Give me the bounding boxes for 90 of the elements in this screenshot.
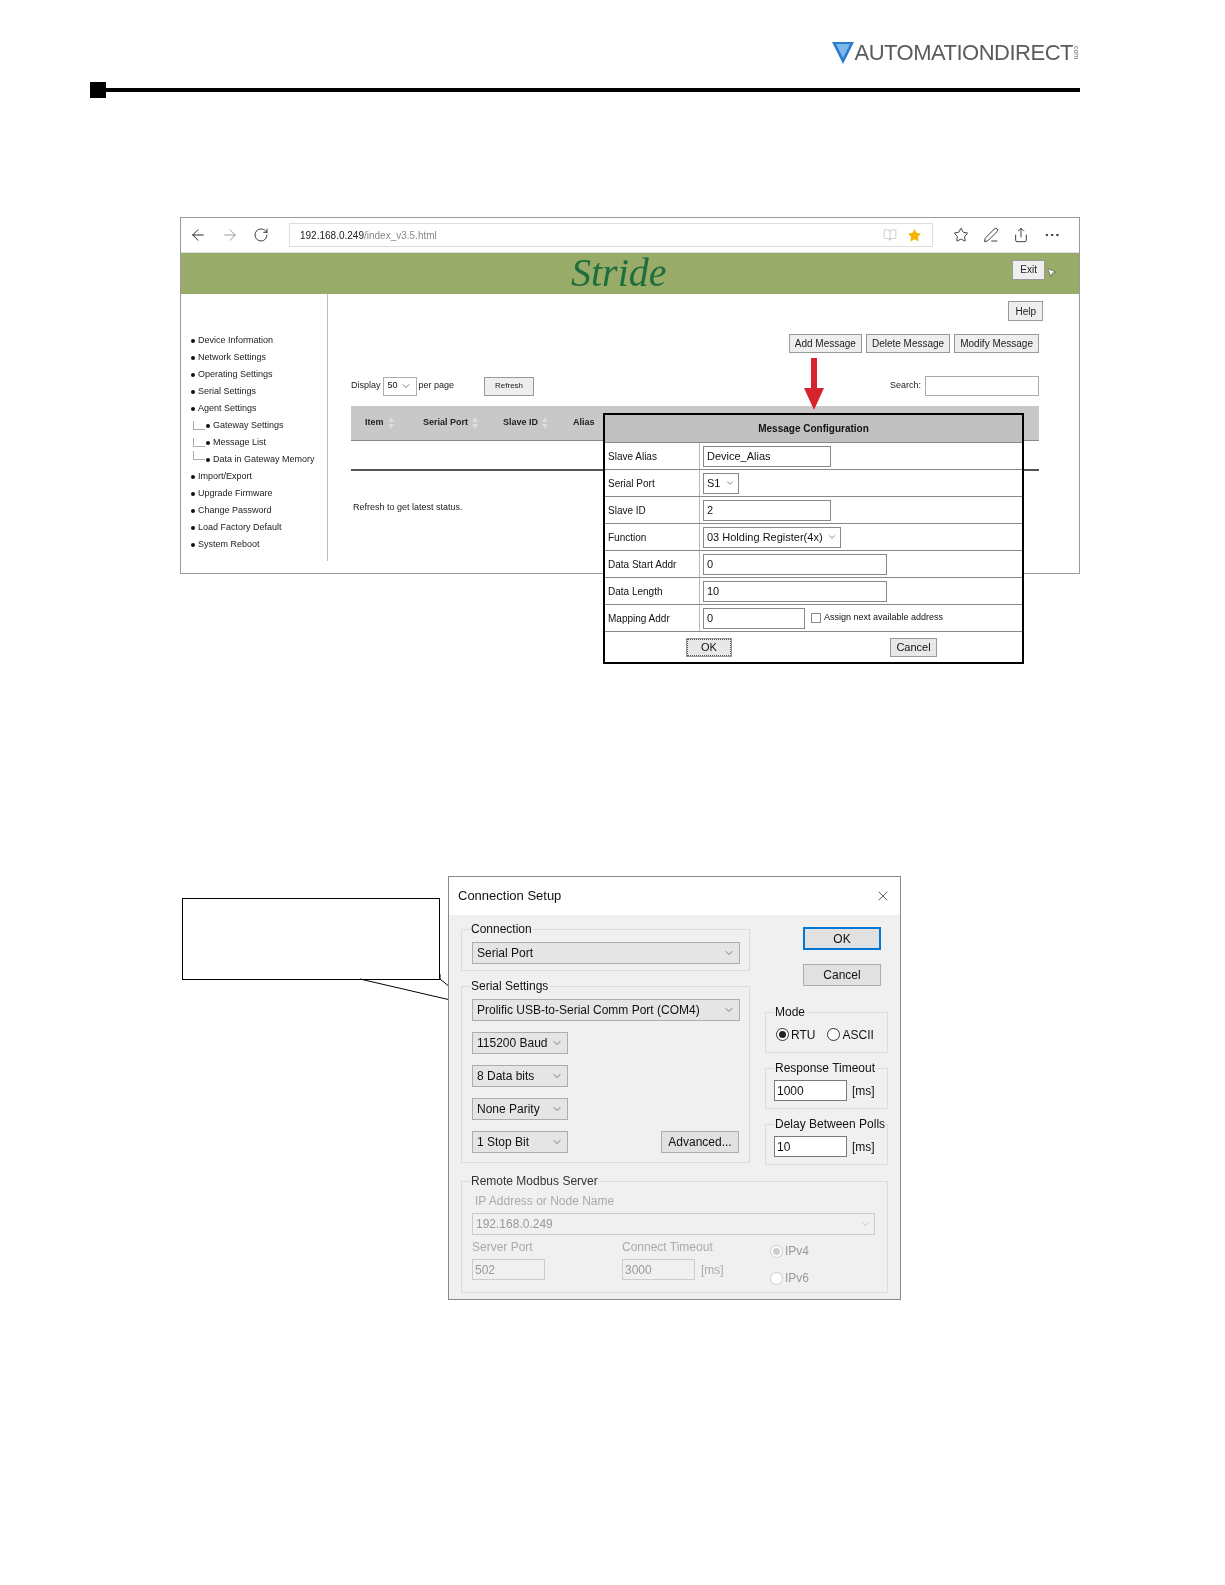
column-header[interactable]: Alias: [573, 416, 595, 430]
checkbox[interactable]: [811, 613, 821, 623]
column-header[interactable]: Serial Port: [423, 416, 469, 430]
sidebar-link[interactable]: Data in Gateway Memory: [206, 452, 315, 467]
input-field[interactable]: Device_Alias: [703, 445, 831, 467]
radio-label: RTU: [791, 1026, 816, 1044]
sidebar-link[interactable]: Gateway Settings: [206, 418, 284, 433]
cancel-button[interactable]: Cancel: [890, 637, 937, 657]
cursor-icon: [1046, 267, 1057, 278]
refresh-button[interactable]: Refresh: [484, 376, 535, 396]
chevron-down-icon: [827, 532, 837, 542]
sidebar-link[interactable]: Upgrade Firmware: [191, 486, 273, 501]
field-label: Data Length: [608, 584, 663, 599]
page-size-select[interactable]: 50: [382, 376, 417, 396]
group-label: Serial Settings: [470, 978, 550, 994]
sidebar-link[interactable]: Import/Export: [191, 469, 253, 484]
star-icon[interactable]: [907, 227, 922, 243]
sidebar-link[interactable]: Load Factory Default: [191, 520, 282, 535]
unit-label: [ms]: [701, 1261, 724, 1279]
radio-button[interactable]: [827, 1028, 841, 1041]
action-button[interactable]: Add Message: [788, 334, 862, 353]
refresh-icon[interactable]: [253, 227, 269, 243]
search-field[interactable]: [925, 376, 1039, 396]
serial-option-select[interactable]: 8 Data bits: [472, 1065, 568, 1087]
action-button[interactable]: Modify Message: [954, 334, 1039, 353]
arrow: [804, 358, 824, 410]
field-label: Function: [608, 530, 647, 545]
sidebar-link[interactable]: Serial Settings: [191, 384, 257, 399]
dialog-title: Message Configuration: [758, 422, 869, 436]
sidebar-link[interactable]: Device Information: [191, 333, 274, 348]
back-icon[interactable]: [189, 226, 207, 244]
forward-icon[interactable]: [221, 226, 239, 244]
select-field[interactable]: S1: [703, 472, 739, 494]
company-logo: AUTOMATIONDIRECT: [854, 40, 1073, 66]
advanced-button[interactable]: Advanced...: [661, 1131, 739, 1153]
group-label: Response Timeout: [774, 1060, 877, 1076]
input-field[interactable]: 10: [703, 580, 887, 602]
sidebar-link[interactable]: Message List: [206, 435, 267, 450]
radio-label: IPv6: [785, 1270, 809, 1287]
radio-button[interactable]: [776, 1028, 789, 1041]
field-label: Data Start Addr: [608, 557, 677, 572]
share-icon[interactable]: [1013, 227, 1029, 243]
per-page-label: per page: [418, 379, 455, 393]
input-field[interactable]: 10: [774, 1136, 847, 1157]
serial-option-select[interactable]: 115200 Baud: [472, 1032, 568, 1054]
cancel-button[interactable]: Cancel: [803, 964, 881, 986]
port-label: Server Port: [472, 1239, 534, 1256]
dialog-title: Connection Setup: [458, 887, 562, 906]
field-label: Mapping Addr: [608, 611, 670, 626]
favorites-star-icon[interactable]: [953, 227, 969, 243]
input-field[interactable]: 0: [703, 607, 805, 629]
sidebar-link[interactable]: System Reboot: [191, 537, 260, 552]
sidebar-link[interactable]: Agent Settings: [191, 401, 257, 416]
select-field[interactable]: 03 Holding Register(4x): [703, 526, 841, 548]
site-logo: Stride: [571, 251, 667, 295]
search-label: Search:: [889, 379, 921, 393]
exit-button[interactable]: Exit: [1012, 259, 1045, 280]
address-bar[interactable]: 192.168.0.249/index_v3.5.html: [289, 223, 933, 247]
ok-button[interactable]: OK: [803, 927, 881, 950]
radio-label: IPv4: [785, 1243, 809, 1260]
timeout-label: Connect Timeout: [622, 1239, 714, 1256]
unit-label: [ms]: [852, 1082, 875, 1100]
field-label: Slave ID: [608, 503, 646, 518]
input-field[interactable]: 1000: [774, 1080, 847, 1101]
help-button[interactable]: Help: [1008, 301, 1043, 321]
serial-option-select[interactable]: None Parity: [472, 1098, 568, 1120]
port-select[interactable]: Prolific USB-to-Serial Comm Port (COM4): [472, 999, 740, 1021]
group-label: Delay Between Polls: [774, 1116, 887, 1132]
column-header[interactable]: Item: [365, 416, 384, 430]
column-header[interactable]: Slave ID: [503, 416, 539, 430]
ok-button[interactable]: OK: [686, 637, 732, 657]
display-label: Display: [351, 379, 381, 393]
logo-triangle-icon: [832, 42, 855, 64]
checkbox-label: Assign next available address: [824, 611, 944, 625]
connection-select[interactable]: Serial Port: [472, 942, 740, 964]
sidebar-link[interactable]: Change Password: [191, 503, 272, 518]
pen-icon[interactable]: [983, 227, 999, 243]
unit-label: [ms]: [852, 1138, 875, 1156]
field-label: Serial Port: [608, 476, 655, 491]
sidebar-link[interactable]: Operating Settings: [191, 367, 273, 382]
chevron-down-icon: [725, 478, 735, 488]
action-button[interactable]: Delete Message: [865, 334, 951, 353]
sidebar-link[interactable]: Network Settings: [191, 350, 267, 365]
serial-option-select[interactable]: 1 Stop Bit: [472, 1131, 568, 1153]
ip-label: IP Address or Node Name: [475, 1193, 616, 1210]
input-field[interactable]: 0: [703, 553, 887, 575]
field-label: Slave Alias: [608, 449, 657, 464]
input-field[interactable]: 2: [703, 499, 831, 521]
radio-label: ASCII: [842, 1026, 874, 1044]
status-text: Refresh to get latest status.: [353, 501, 463, 514]
